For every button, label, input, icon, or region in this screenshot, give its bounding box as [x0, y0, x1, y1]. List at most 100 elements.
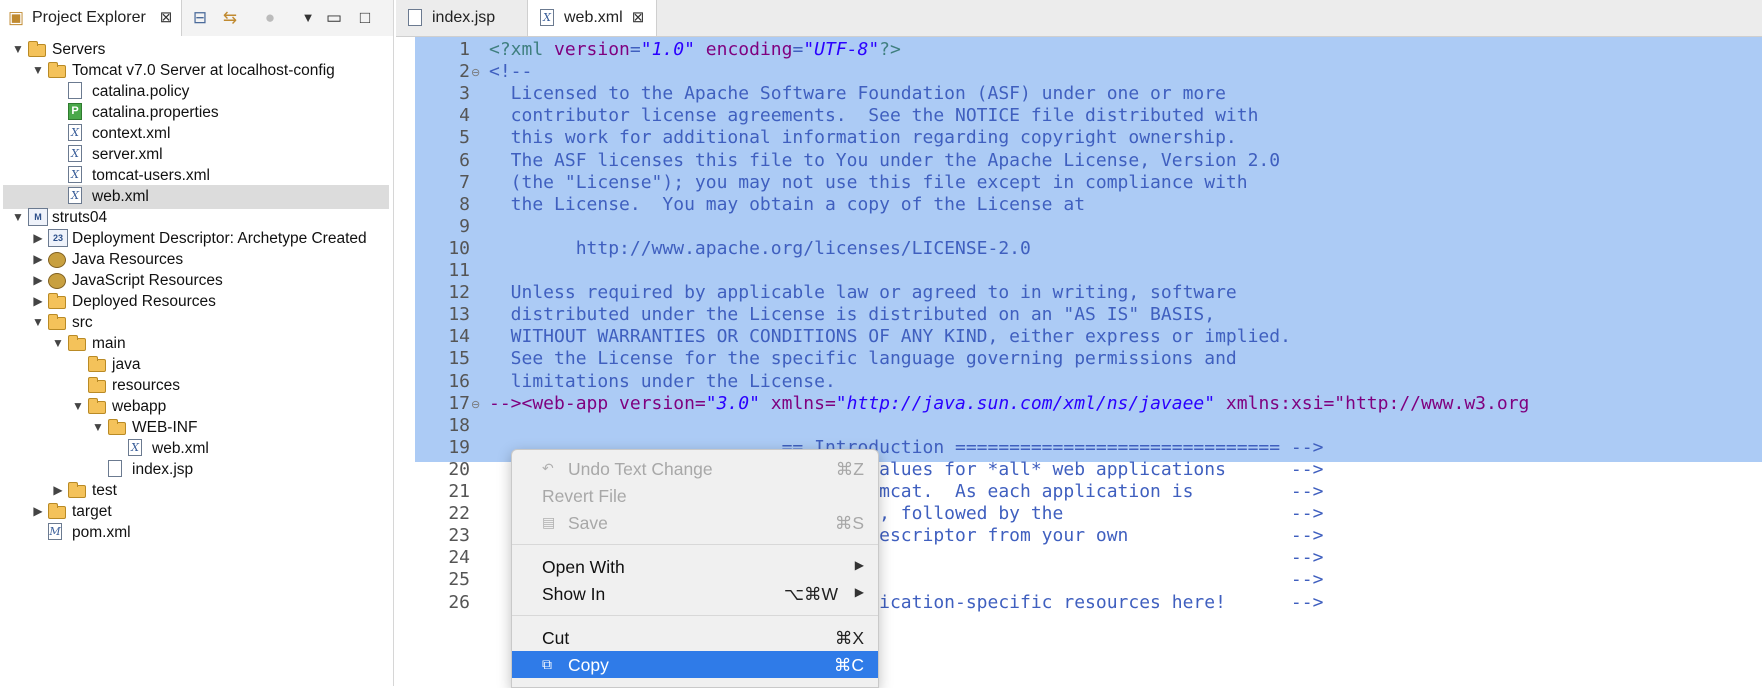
code-line: distributed under the License is distrib…: [489, 304, 1216, 326]
expand-arrow-icon[interactable]: ▶: [32, 294, 44, 308]
tree-item[interactable]: ▶ Java Resources: [0, 248, 393, 272]
collapse-all-icon[interactable]: ⊟: [190, 8, 210, 28]
tree-item[interactable]: ▶ target: [0, 500, 393, 524]
line-number: 10: [448, 237, 470, 259]
tree-item[interactable]: index.jsp: [0, 458, 393, 482]
tree-item[interactable]: Xcontext.xml: [0, 122, 393, 146]
link-with-editor-icon[interactable]: ⇆: [220, 8, 240, 28]
tree-item[interactable]: ▼ WEB-INF: [0, 416, 393, 440]
project-explorer-icon: ▣: [7, 8, 25, 27]
tab-project-explorer[interactable]: ▣ Project Explorer ⊠: [0, 0, 182, 36]
tree-item[interactable]: ▼ Mstruts04: [0, 206, 393, 230]
collapse-arrow-icon[interactable]: ▼: [12, 210, 24, 224]
explorer-tab-bar: ▣ Project Explorer ⊠ ⊟ ⇆ ● ▼ ▭ □: [0, 0, 393, 36]
menu-item-label: Open With: [542, 557, 625, 577]
line-number: 3: [459, 83, 470, 105]
line-number: 9: [459, 215, 470, 237]
menu-item-undo-text-change[interactable]: ↶ Undo Text Change ⌘Z: [512, 455, 878, 482]
code-line: (the "License"); you may not use this fi…: [489, 171, 1248, 193]
tree-item[interactable]: ▼ Tomcat v7.0 Server at localhost-config: [0, 59, 393, 83]
line-number: 6: [459, 149, 470, 171]
collapse-arrow-icon[interactable]: ▼: [72, 399, 84, 413]
folder-icon: [48, 314, 66, 330]
tab-web-xml[interactable]: X web.xml ⊠: [527, 0, 657, 36]
line-number: 23: [448, 525, 470, 547]
tree-item[interactable]: ▶ JavaScript Resources: [0, 269, 393, 293]
tree-item[interactable]: ▼ src: [0, 311, 393, 335]
tree-item[interactable]: Xtomcat-users.xml: [0, 164, 393, 188]
menu-item-cut[interactable]: Cut ⌘X: [512, 624, 878, 651]
tree-item[interactable]: java: [0, 353, 393, 377]
code-line: <!--: [489, 61, 533, 83]
tree-item[interactable]: ▶ 23 Deployment Descriptor: Archetype Crea…: [0, 227, 393, 251]
copy-icon: ⧉: [542, 656, 552, 672]
folder-icon: [28, 41, 46, 57]
menu-item-show-in[interactable]: Show In ⌥⌘W ▶: [512, 580, 878, 607]
tree-item-label: java: [112, 356, 141, 373]
file-icon: [408, 9, 422, 26]
maven-pom-icon: M: [48, 523, 62, 540]
tree-item[interactable]: Pcatalina.properties: [0, 101, 393, 125]
view-menu-icon[interactable]: ▼: [298, 8, 318, 28]
tree-item[interactable]: ▼ main: [0, 332, 393, 356]
tree-item-label: Tomcat v7.0 Server at localhost-config: [72, 62, 335, 79]
tree-item-label: catalina.policy: [92, 83, 190, 100]
code-line: --><web-app version="3.0" xmlns="http://…: [489, 392, 1530, 414]
xml-file-icon: X: [68, 145, 82, 162]
tab-label: Project Explorer: [32, 9, 146, 26]
close-icon[interactable]: ⊠: [628, 8, 648, 28]
code-line: WITHOUT WARRANTIES OR CONDITIONS OF ANY …: [489, 326, 1291, 348]
collapse-arrow-icon[interactable]: ▼: [32, 63, 44, 77]
menu-item-shortcut: ⌘X: [834, 628, 864, 648]
tree-item[interactable]: Mpom.xml: [0, 521, 393, 545]
fold-toggle-icon[interactable]: ⊖: [471, 66, 480, 79]
line-number: 12: [448, 282, 470, 304]
minimize-icon[interactable]: ▭: [324, 8, 344, 28]
tree-item[interactable]: resources: [0, 374, 393, 398]
tree-item-label: catalina.properties: [92, 104, 219, 121]
xml-file-icon: X: [540, 9, 554, 26]
tree-item[interactable]: Xweb.xml: [3, 185, 389, 209]
collapse-arrow-icon[interactable]: ▼: [52, 336, 64, 350]
code-line: <?xml version="1.0" encoding="UTF-8"?>: [489, 39, 901, 60]
collapse-arrow-icon[interactable]: ▼: [92, 420, 104, 434]
tree-item[interactable]: Xweb.xml: [0, 437, 393, 461]
tree-item[interactable]: catalina.policy: [0, 80, 393, 104]
close-icon[interactable]: ⊠: [156, 8, 176, 28]
fold-toggle-icon[interactable]: ⊖: [471, 398, 480, 411]
menu-item-revert-file[interactable]: Revert File: [512, 482, 878, 509]
focus-icon[interactable]: ●: [260, 8, 280, 28]
code-line: this work for additional information reg…: [489, 127, 1237, 149]
xml-file-icon: X: [128, 439, 142, 456]
tree-item-label: Servers: [52, 41, 106, 58]
line-number: 14: [448, 326, 470, 348]
collapse-arrow-icon[interactable]: ▼: [12, 42, 24, 56]
tree-item-label: web.xml: [152, 440, 209, 457]
tab-index-jsp[interactable]: index.jsp: [396, 0, 522, 36]
tree-item[interactable]: Xserver.xml: [0, 143, 393, 167]
line-number: 8: [459, 193, 470, 215]
menu-item-open-with[interactable]: Open With ▶: [512, 553, 878, 580]
tree-item[interactable]: ▶ Deployed Resources: [0, 290, 393, 314]
undo-icon: ↶: [542, 460, 554, 476]
expand-arrow-icon[interactable]: ▶: [32, 252, 44, 266]
menu-item-save[interactable]: ▤ Save ⌘S: [512, 509, 878, 536]
maximize-icon[interactable]: □: [355, 8, 375, 28]
expand-arrow-icon[interactable]: ▶: [32, 504, 44, 518]
line-number: 22: [448, 503, 470, 525]
menu-item-label: Revert File: [542, 486, 627, 506]
tree-item[interactable]: ▶ test: [0, 479, 393, 503]
expand-arrow-icon[interactable]: ▶: [52, 483, 64, 497]
folder-icon: [48, 293, 66, 309]
line-number: 20: [448, 458, 470, 480]
expand-arrow-icon[interactable]: ▶: [32, 231, 44, 245]
tree-item[interactable]: ▼ webapp: [0, 395, 393, 419]
folder-icon: [88, 398, 106, 414]
expand-arrow-icon[interactable]: ▶: [32, 273, 44, 287]
tree-item[interactable]: ▼ Servers: [0, 38, 393, 62]
xml-file-icon: X: [68, 166, 82, 183]
menu-item-copy[interactable]: ⧉ Copy ⌘C: [512, 651, 878, 678]
menu-item-label: Cut: [542, 628, 570, 648]
tree-item-label: src: [72, 314, 93, 331]
collapse-arrow-icon[interactable]: ▼: [32, 315, 44, 329]
